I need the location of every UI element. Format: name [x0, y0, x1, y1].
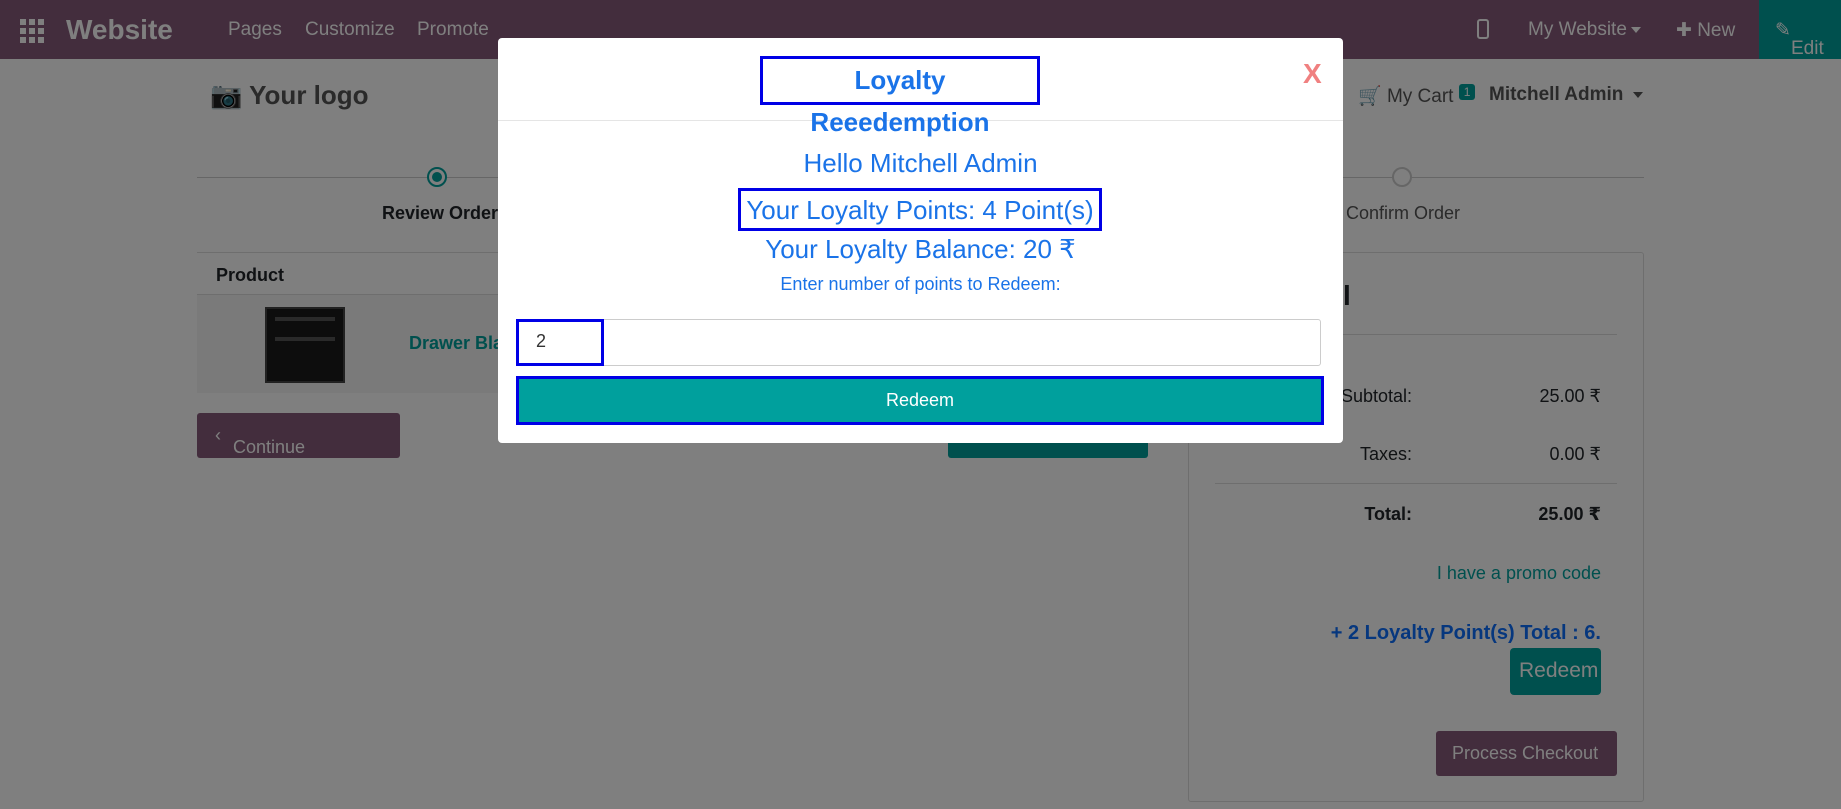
greeting-text: Hello Mitchell Admin: [803, 148, 1038, 178]
loyalty-balance-text: Your Loyalty Balance: 20 ₹: [765, 234, 1076, 264]
loyalty-points-text: Your Loyalty Points: 4 Point(s): [746, 195, 1094, 225]
loyalty-points-highlight: Your Loyalty Points: 4 Point(s): [738, 188, 1102, 231]
modal-title: Loyalty Reeedemption: [760, 56, 1040, 137]
loyalty-redemption-modal: Loyalty Reeedemption X Hello Mitchell Ad…: [498, 38, 1343, 443]
points-input[interactable]: [516, 319, 1321, 366]
modal-header: Loyalty Reeedemption X: [498, 38, 1343, 137]
points-input-value: 2: [536, 331, 547, 351]
redeem-button[interactable]: Redeem: [516, 376, 1324, 425]
close-icon[interactable]: X: [1303, 58, 1322, 90]
redeem-prompt: Enter number of points to Redeem:: [780, 274, 1061, 294]
points-input-highlight: [516, 319, 604, 366]
